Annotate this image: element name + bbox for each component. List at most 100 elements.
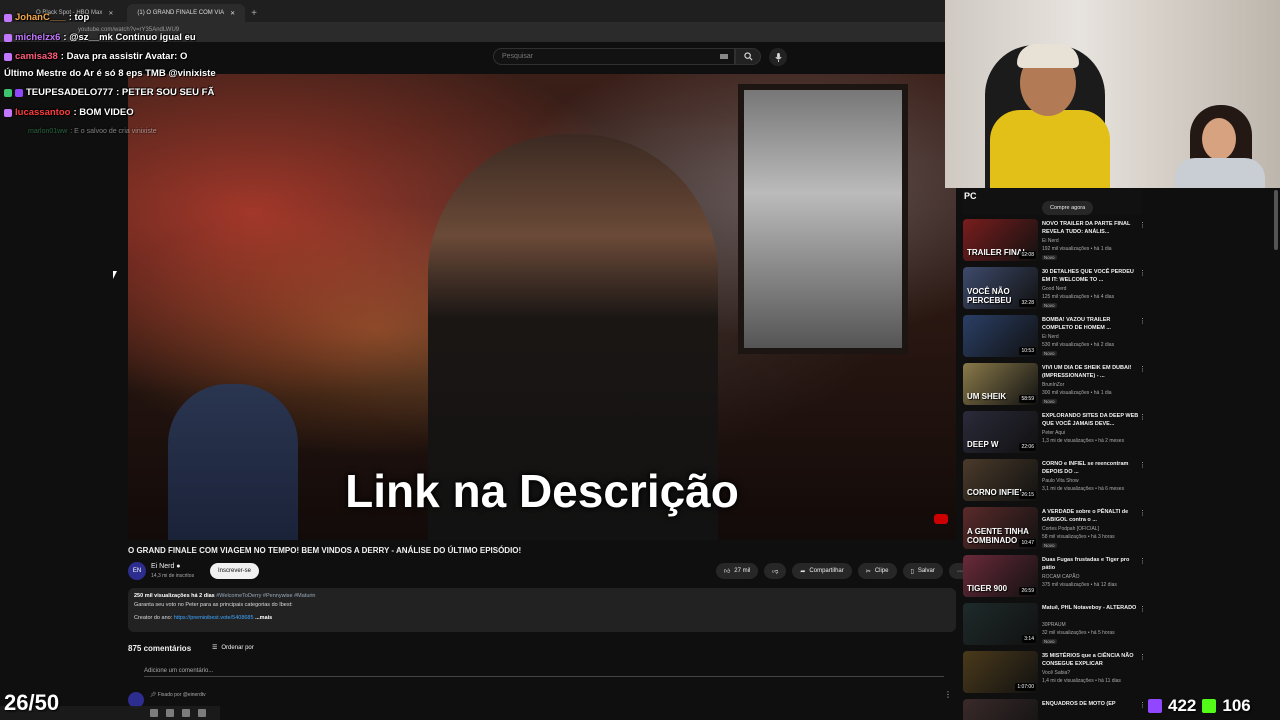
search-button[interactable] [735, 48, 761, 65]
recommendation-menu-icon[interactable]: ⋮ [1139, 269, 1146, 277]
recommendation-channel[interactable]: Você Sabia? [1042, 670, 1070, 676]
recommendation-item[interactable]: A GENTE TINHA COMBINADO 10:47 A VERDADE so… [963, 507, 1153, 551]
more-icon: ⋯ [956, 568, 963, 575]
recommendation-title[interactable]: 30 DETALHES QUE VOCÊ PERDEU EM IT: WELCO… [1042, 268, 1142, 284]
share-button[interactable]: ➦ Compartilhar [792, 563, 852, 579]
browser-tab-youtube[interactable]: (1) O GRAND FINALE COM VIA ✕ [127, 4, 246, 22]
recommendation-menu-icon[interactable]: ⋮ [1139, 317, 1146, 325]
video-duration: 58:59 [1019, 395, 1036, 403]
taskbar-app-icon[interactable] [150, 709, 158, 717]
recommendation-channel[interactable]: Ei Nerd [1042, 238, 1059, 244]
recommendation-item[interactable]: 3:14 Matuê, PHL Notaveboy - ALTERADO 30PRA… [963, 603, 1153, 647]
recommendation-menu-icon[interactable]: ⋮ [1139, 605, 1146, 613]
browser-icon[interactable] [182, 709, 190, 717]
recommendation-item[interactable]: 10:53 BOMBA! VAZOU TRAILER COMPLETO DE HO… [963, 315, 1153, 359]
video-thumbnail[interactable]: TRAILER FINAL 12:08 [963, 219, 1038, 261]
recommendation-channel[interactable]: Paulo Vita Show [1042, 478, 1079, 484]
search-input[interactable]: Pesquisar [493, 48, 735, 65]
recommendation-menu-icon[interactable]: ⋮ [1139, 461, 1146, 469]
add-comment-input[interactable]: Adicione um comentário... [144, 668, 944, 677]
recommendation-menu-icon[interactable]: ⋮ [1139, 509, 1146, 517]
chat-username: michelzx6 [15, 32, 61, 43]
video-thumbnail[interactable]: CORNO INFIEL 26:15 [963, 459, 1038, 501]
video-thumbnail[interactable]: A GENTE TINHA COMBINADO 10:47 [963, 507, 1038, 549]
recommendation-menu-icon[interactable]: ⋮ [1139, 653, 1146, 661]
video-thumbnail[interactable]: 10:53 [963, 315, 1038, 357]
recommendation-title[interactable]: EXPLORANDO SITES DA DEEP WEB QUE VOCÊ JA… [1042, 412, 1142, 428]
scissors-icon: ✂ [865, 568, 871, 575]
close-icon[interactable]: ✕ [108, 10, 113, 17]
video-description[interactable]: 250 mil visualizações há 2 dias #Welcome… [128, 588, 956, 632]
recommendation-title[interactable]: BOMBA! VAZOU TRAILER COMPLETO DE HOMEM .… [1042, 316, 1142, 332]
video-thumbnail[interactable]: 1:07:00 [963, 651, 1038, 693]
dislike-button[interactable]: 👎︎ [764, 563, 787, 579]
recommendation-item[interactable]: DEEP W 22:06 EXPLORANDO SITES DA DEEP WEB … [963, 411, 1153, 455]
video-duration: 32:28 [1019, 299, 1036, 307]
clip-button[interactable]: ✂ Clipe [857, 563, 897, 579]
sidebar-ad[interactable]: PC Compre agora [962, 189, 1142, 215]
recommendation-menu-icon[interactable]: ⋮ [1139, 701, 1146, 709]
recommendation-menu-icon[interactable]: ⋮ [1139, 365, 1146, 373]
settings-icon[interactable] [198, 709, 206, 717]
recommendation-item[interactable]: 1:07:00 35 MISTÉRIOS que a CIÊNCIA NÃO CO… [963, 651, 1153, 695]
chat-username: camisa38 [15, 51, 58, 62]
folder-icon[interactable] [166, 709, 174, 717]
recommendation-item[interactable]: TRAILER FINAL 12:08 NOVO TRAILER DA PARTE … [963, 219, 1153, 263]
recommendation-item[interactable]: CORNO INFIEL 26:15 CORNO e INFIEL se reenc… [963, 459, 1153, 503]
subscribe-button[interactable]: Inscrever-se [210, 563, 260, 579]
youtube-watermark-icon[interactable] [934, 514, 948, 524]
video-thumbnail[interactable]: 3:14 [963, 603, 1038, 645]
video-thumbnail[interactable]: DEEP W 22:06 [963, 411, 1038, 453]
recommendation-channel[interactable]: 30PRAUM [1042, 622, 1066, 628]
video-thumbnail[interactable]: VOCÊ NÃO PERCEBEU 32:28 [963, 267, 1038, 309]
recommendation-channel[interactable]: Ei Nerd [1042, 334, 1059, 340]
chat-text: : Dava pra assistir Avatar: O [60, 51, 188, 62]
show-more-link[interactable]: ...mais [255, 615, 272, 621]
recommendation-item[interactable]: ENQUADROS DE MOTO (EP ⋮ [963, 699, 1153, 720]
pinned-by-text: Fixado por @einerdtv [157, 692, 206, 698]
recommendation-menu-icon[interactable]: ⋮ [1139, 221, 1146, 229]
video-duration: 22:06 [1019, 443, 1036, 451]
chat-message: michelzx6 : @sz__mk Continuo igual eu [4, 32, 196, 43]
recommendation-menu-icon[interactable]: ⋮ [1139, 557, 1146, 565]
recommendation-title[interactable]: CORNO e INFIEL se reencontram DEPOIS DO … [1042, 460, 1142, 476]
channel-name[interactable]: Ei Nerd ● [151, 563, 181, 570]
video-thumbnail[interactable]: UM SHEIK 58:59 [963, 363, 1038, 405]
description-label: Creator do ano: [134, 615, 173, 621]
buy-now-button[interactable]: Compre agora [1042, 201, 1094, 215]
keyboard-icon[interactable] [720, 54, 728, 59]
ad-logo: PC [964, 191, 977, 201]
recommendation-channel[interactable]: Good Nerd [1042, 286, 1066, 292]
new-tab-icon[interactable]: + [251, 8, 257, 19]
description-link[interactable]: https://premioibest.vote/5408685 [174, 615, 254, 621]
video-duration: 12:08 [1019, 251, 1036, 259]
video-thumbnail[interactable]: TIGER 900 26:59 [963, 555, 1038, 597]
like-button[interactable]: 👍︎ 27 mil [716, 563, 759, 579]
sort-comments-button[interactable]: ☰ Ordenar por [212, 644, 254, 652]
recommendation-item[interactable]: VOCÊ NÃO PERCEBEU 32:28 30 DETALHES QUE VO… [963, 267, 1153, 311]
recommendation-title[interactable]: 35 MISTÉRIOS que a CIÊNCIA NÃO CONSEGUE … [1042, 652, 1142, 668]
recommendation-title[interactable]: Duas Fugas frustadas e Tiger pro pátio [1042, 556, 1142, 572]
save-button[interactable]: ▯ Salvar [902, 563, 943, 579]
voice-search-button[interactable] [769, 48, 787, 66]
recommendation-title[interactable]: NOVO TRAILER DA PARTE FINAL REVELA TUDO:… [1042, 220, 1142, 236]
recommendation-channel[interactable]: BrunInZor [1042, 382, 1064, 388]
recommendation-item[interactable]: UM SHEIK 58:59 VIVI UM DIA DE SHEIK EM DUB… [963, 363, 1153, 407]
recommendation-title[interactable]: A VERDADE sobre o PÊNALTI de GABIGOL con… [1042, 508, 1142, 524]
close-icon[interactable]: ✕ [230, 10, 235, 17]
recommendation-channel[interactable]: Cortes Podpah [OFICIAL] [1042, 526, 1099, 532]
recommendation-title[interactable]: ENQUADROS DE MOTO (EP [1042, 700, 1142, 708]
video-thumbnail[interactable] [963, 699, 1038, 720]
channel-avatar[interactable]: EN [128, 562, 146, 580]
recommendation-title[interactable]: Matuê, PHL Notaveboy - ALTERADO [1042, 604, 1142, 612]
recommendation-channel[interactable]: ROCAM CAPÃO [1042, 574, 1080, 580]
video-player[interactable]: Link na Descrição [128, 74, 956, 540]
description-tags[interactable]: #WelcomeToDerry #Pennywise #Maturin [216, 593, 315, 599]
recommendation-title[interactable]: VIVI UM DIA DE SHEIK EM DUBAI! (IMPRESSI… [1042, 364, 1142, 380]
recommendation-item[interactable]: TIGER 900 26:59 Duas Fugas frustadas e Tig… [963, 555, 1153, 599]
recommendation-meta: 530 mil visualizações • há 2 dias [1042, 342, 1115, 348]
recommendation-menu-icon[interactable]: ⋮ [1139, 413, 1146, 421]
comment-menu-icon[interactable]: ⋮ [944, 690, 952, 699]
recommendation-channel[interactable]: Peter Aqui [1042, 430, 1065, 436]
sidebar-scrollbar[interactable] [1274, 190, 1278, 250]
